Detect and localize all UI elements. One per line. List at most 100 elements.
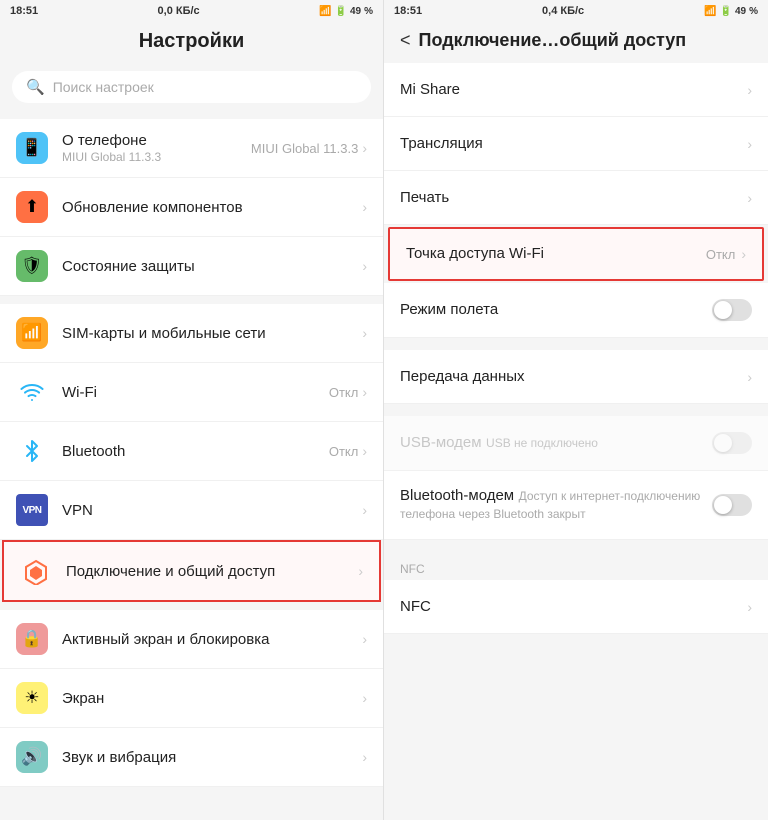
right-header: < Подключение…общий доступ bbox=[384, 22, 768, 55]
nfc-label: NFC bbox=[400, 598, 431, 615]
settings-item-bluetooth[interactable]: Bluetooth Откл › bbox=[0, 422, 383, 481]
sound-icon: 🔊 bbox=[16, 741, 48, 773]
usb-modem-sublabel: USB не подключено bbox=[486, 436, 598, 450]
right-panel-title: Подключение…общий доступ bbox=[419, 30, 687, 51]
bluetooth-chevron: › bbox=[362, 443, 367, 459]
right-signal-icon: 📶 bbox=[704, 6, 716, 17]
right-item-hotspot[interactable]: Точка доступа Wi-Fi Откл › bbox=[388, 227, 764, 281]
right-item-broadcast[interactable]: Трансляция › bbox=[384, 117, 768, 171]
lock-icon: 🔒 bbox=[16, 623, 48, 655]
screen-icon: ☀ bbox=[16, 682, 48, 714]
group-device: 📱 О телефоне MIUI Global 11.3.3 MIUI Glo… bbox=[0, 119, 383, 296]
right-item-bt-modem[interactable]: Bluetooth-модем Доступ к интернет-подклю… bbox=[384, 471, 768, 540]
wifi-label: Wi-Fi bbox=[62, 384, 329, 401]
battery-icon: 🔋 bbox=[335, 6, 347, 17]
bt-modem-toggle[interactable] bbox=[712, 494, 752, 516]
airplane-label: Режим полета bbox=[400, 301, 498, 318]
settings-item-sound[interactable]: 🔊 Звук и вибрация › bbox=[0, 728, 383, 787]
update-chevron: › bbox=[362, 199, 367, 215]
sim-label: SIM-карты и мобильные сети bbox=[62, 325, 362, 342]
vpn-label: VPN bbox=[62, 502, 362, 519]
settings-title: Настройки bbox=[0, 22, 383, 63]
connection-chevron: › bbox=[358, 563, 363, 579]
bt-modem-label: Bluetooth-модем bbox=[400, 487, 514, 504]
search-bar[interactable]: 🔍 Поиск настроек bbox=[12, 71, 371, 103]
group-connectivity: 📶 SIM-карты и мобильные сети › Wi-Fi bbox=[0, 304, 383, 602]
right-item-usb-modem: USB-модем USB не подключено bbox=[384, 416, 768, 471]
left-status-icons: 📶 🔋 49% bbox=[319, 6, 373, 17]
right-panel: 18:51 0,4 КБ/с 📶 🔋 49% < Подключение…общ… bbox=[384, 0, 768, 820]
settings-item-about[interactable]: 📱 О телефоне MIUI Global 11.3.3 MIUI Glo… bbox=[0, 119, 383, 178]
settings-item-screen[interactable]: ☀ Экран › bbox=[0, 669, 383, 728]
wifi-chevron: › bbox=[362, 384, 367, 400]
settings-item-vpn[interactable]: VPN VPN › bbox=[0, 481, 383, 540]
bluetooth-icon bbox=[16, 435, 48, 467]
right-time: 18:51 bbox=[394, 5, 422, 17]
left-panel: 18:51 0,0 КБ/с 📶 🔋 49% Настройки 🔍 Поиск… bbox=[0, 0, 384, 820]
right-item-mi-share[interactable]: Mi Share › bbox=[384, 63, 768, 117]
settings-item-update[interactable]: ⬆ Обновление компонентов › bbox=[0, 178, 383, 237]
settings-item-lock[interactable]: 🔒 Активный экран и блокировка › bbox=[0, 610, 383, 669]
usb-modem-label: USB-модем bbox=[400, 434, 482, 451]
settings-item-sim[interactable]: 📶 SIM-карты и мобильные сети › bbox=[0, 304, 383, 363]
broadcast-chevron: › bbox=[747, 136, 752, 152]
right-item-data-transfer[interactable]: Передача данных › bbox=[384, 350, 768, 404]
airplane-toggle[interactable] bbox=[712, 299, 752, 321]
search-icon: 🔍 bbox=[26, 78, 45, 96]
bluetooth-status: Откл bbox=[329, 444, 359, 459]
update-icon: ⬆ bbox=[16, 191, 48, 223]
about-chevron: › bbox=[362, 140, 367, 156]
about-version: MIUI Global 11.3.3 bbox=[251, 141, 358, 156]
left-time: 18:51 bbox=[10, 5, 38, 17]
update-label: Обновление компонентов bbox=[62, 199, 362, 216]
mi-share-chevron: › bbox=[747, 82, 752, 98]
settings-item-connection[interactable]: Подключение и общий доступ › bbox=[2, 540, 381, 602]
print-label: Печать bbox=[400, 189, 449, 206]
vpn-icon: VPN bbox=[16, 494, 48, 526]
bluetooth-label: Bluetooth bbox=[62, 443, 329, 460]
settings-item-wifi[interactable]: Wi-Fi Откл › bbox=[0, 363, 383, 422]
nfc-chevron: › bbox=[747, 599, 752, 615]
battery-level: 49 bbox=[350, 6, 361, 17]
connection-icon bbox=[20, 555, 52, 587]
right-status-icons: 📶 🔋 49% bbox=[704, 6, 758, 17]
group-device2: 🔒 Активный экран и блокировка › ☀ Экран … bbox=[0, 610, 383, 787]
about-icon: 📱 bbox=[16, 132, 48, 164]
back-button[interactable]: < bbox=[400, 30, 411, 51]
left-status-bar: 18:51 0,0 КБ/с 📶 🔋 49% bbox=[0, 0, 383, 22]
right-settings-list: Mi Share › Трансляция › Печать › bbox=[384, 55, 768, 820]
broadcast-label: Трансляция bbox=[400, 135, 483, 152]
screen-label: Экран bbox=[62, 690, 362, 707]
settings-item-protection[interactable]: 🛡 Состояние защиты › bbox=[0, 237, 383, 296]
about-sublabel: MIUI Global 11.3.3 bbox=[62, 150, 251, 164]
signal-icon: 📶 bbox=[319, 6, 331, 17]
sim-chevron: › bbox=[362, 325, 367, 341]
data-transfer-chevron: › bbox=[747, 369, 752, 385]
hotspot-label: Точка доступа Wi-Fi bbox=[406, 245, 544, 262]
right-status-bar: 18:51 0,4 КБ/с 📶 🔋 49% bbox=[384, 0, 768, 22]
wifi-icon bbox=[16, 376, 48, 408]
right-item-nfc[interactable]: NFC › bbox=[384, 580, 768, 634]
lock-chevron: › bbox=[362, 631, 367, 647]
screen-chevron: › bbox=[362, 690, 367, 706]
protection-icon: 🛡 bbox=[16, 250, 48, 282]
right-item-airplane[interactable]: Режим полета bbox=[384, 283, 768, 338]
hotspot-chevron: › bbox=[741, 246, 746, 262]
wifi-status: Откл bbox=[329, 385, 359, 400]
protection-chevron: › bbox=[362, 258, 367, 274]
mi-share-label: Mi Share bbox=[400, 81, 460, 98]
right-data-speed: 0,4 КБ/с bbox=[542, 5, 584, 17]
settings-list: 📱 О телефоне MIUI Global 11.3.3 MIUI Glo… bbox=[0, 111, 383, 820]
hotspot-status: Откл bbox=[706, 247, 736, 262]
vpn-chevron: › bbox=[362, 502, 367, 518]
right-battery-level: 49 bbox=[735, 6, 746, 17]
protection-label: Состояние защиты bbox=[62, 258, 362, 275]
right-item-print[interactable]: Печать › bbox=[384, 171, 768, 225]
sim-icon: 📶 bbox=[16, 317, 48, 349]
usb-modem-toggle bbox=[712, 432, 752, 454]
connection-label: Подключение и общий доступ bbox=[66, 563, 358, 580]
lock-label: Активный экран и блокировка bbox=[62, 631, 362, 648]
print-chevron: › bbox=[747, 190, 752, 206]
data-transfer-label: Передача данных bbox=[400, 368, 525, 385]
search-placeholder: Поиск настроек bbox=[53, 79, 154, 95]
